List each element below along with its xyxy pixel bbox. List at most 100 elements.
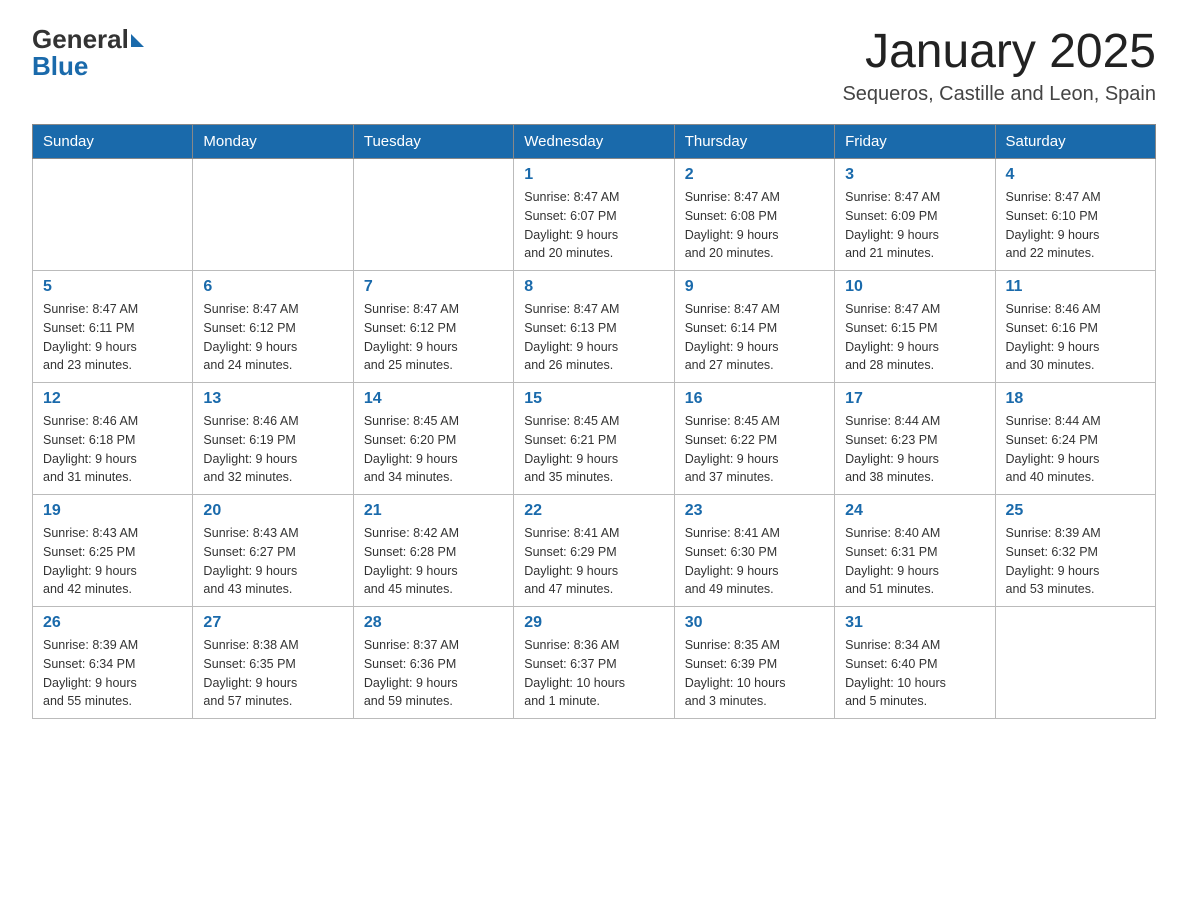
day-info: Sunrise: 8:47 AM Sunset: 6:15 PM Dayligh… xyxy=(845,300,984,375)
calendar-cell: 4Sunrise: 8:47 AM Sunset: 6:10 PM Daylig… xyxy=(995,159,1155,271)
day-number: 3 xyxy=(845,166,984,184)
day-number: 30 xyxy=(685,614,824,632)
calendar-cell: 27Sunrise: 8:38 AM Sunset: 6:35 PM Dayli… xyxy=(193,607,353,719)
day-info: Sunrise: 8:43 AM Sunset: 6:25 PM Dayligh… xyxy=(43,524,182,599)
day-number: 19 xyxy=(43,502,182,520)
day-of-week-header: Monday xyxy=(193,125,353,159)
calendar-cell: 31 Sunrise: 8:34 AM Sunset: 6:40 PM Dayli… xyxy=(835,607,995,719)
title-section: January 2025 Sequeros, Castille and Leon… xyxy=(842,24,1156,106)
day-of-week-header: Sunday xyxy=(33,125,193,159)
calendar-cell: 24 Sunrise: 8:40 AM Sunset: 6:31 PM Dayli… xyxy=(835,495,995,607)
day-number: 25 xyxy=(1006,502,1145,520)
calendar-cell: 20Sunrise: 8:43 AM Sunset: 6:27 PM Dayli… xyxy=(193,495,353,607)
day-of-week-header: Thursday xyxy=(674,125,834,159)
day-info: Sunrise: 8:47 AM Sunset: 6:12 PM Dayligh… xyxy=(203,300,342,375)
day-info: Sunrise: 8:45 AM Sunset: 6:22 PM Dayligh… xyxy=(685,412,824,487)
day-info: Sunrise: 8:38 AM Sunset: 6:35 PM Dayligh… xyxy=(203,636,342,711)
calendar-cell xyxy=(33,159,193,271)
calendar-cell: 25 Sunrise: 8:39 AM Sunset: 6:32 PM Dayli… xyxy=(995,495,1155,607)
day-number: 6 xyxy=(203,278,342,296)
day-info: Sunrise: 8:46 AM Sunset: 6:16 PM Dayligh… xyxy=(1006,300,1145,375)
day-info: Sunrise: 8:44 AM Sunset: 6:23 PM Dayligh… xyxy=(845,412,984,487)
day-info: Sunrise: 8:42 AM Sunset: 6:28 PM Dayligh… xyxy=(364,524,503,599)
day-of-week-header: Friday xyxy=(835,125,995,159)
day-info: Sunrise: 8:46 AM Sunset: 6:19 PM Dayligh… xyxy=(203,412,342,487)
day-number: 8 xyxy=(524,278,663,296)
day-number: 31 xyxy=(845,614,984,632)
day-number: 5 xyxy=(43,278,182,296)
logo: General Blue xyxy=(32,24,144,82)
calendar-cell: 23 Sunrise: 8:41 AM Sunset: 6:30 PM Dayli… xyxy=(674,495,834,607)
calendar-cell: 7 Sunrise: 8:47 AM Sunset: 6:12 PM Daylig… xyxy=(353,271,513,383)
calendar-cell: 10 Sunrise: 8:47 AM Sunset: 6:15 PM Dayli… xyxy=(835,271,995,383)
calendar-week-row: 19 Sunrise: 8:43 AM Sunset: 6:25 PM Dayli… xyxy=(33,495,1156,607)
calendar-week-row: 12Sunrise: 8:46 AM Sunset: 6:18 PM Dayli… xyxy=(33,383,1156,495)
day-number: 9 xyxy=(685,278,824,296)
day-info: Sunrise: 8:47 AM Sunset: 6:13 PM Dayligh… xyxy=(524,300,663,375)
day-info: Sunrise: 8:45 AM Sunset: 6:21 PM Dayligh… xyxy=(524,412,663,487)
calendar-cell: 1 Sunrise: 8:47 AM Sunset: 6:07 PM Daylig… xyxy=(514,159,674,271)
page-header: General Blue January 2025 Sequeros, Cast… xyxy=(32,24,1156,106)
day-info: Sunrise: 8:41 AM Sunset: 6:29 PM Dayligh… xyxy=(524,524,663,599)
calendar-cell: 21Sunrise: 8:42 AM Sunset: 6:28 PM Dayli… xyxy=(353,495,513,607)
calendar-cell: 8 Sunrise: 8:47 AM Sunset: 6:13 PM Daylig… xyxy=(514,271,674,383)
day-info: Sunrise: 8:47 AM Sunset: 6:14 PM Dayligh… xyxy=(685,300,824,375)
day-number: 11 xyxy=(1006,278,1145,296)
calendar-title: January 2025 xyxy=(842,24,1156,79)
day-number: 10 xyxy=(845,278,984,296)
calendar-cell: 16 Sunrise: 8:45 AM Sunset: 6:22 PM Dayli… xyxy=(674,383,834,495)
day-info: Sunrise: 8:37 AM Sunset: 6:36 PM Dayligh… xyxy=(364,636,503,711)
day-info: Sunrise: 8:34 AM Sunset: 6:40 PM Dayligh… xyxy=(845,636,984,711)
calendar-cell: 29 Sunrise: 8:36 AM Sunset: 6:37 PM Dayli… xyxy=(514,607,674,719)
day-number: 29 xyxy=(524,614,663,632)
day-info: Sunrise: 8:47 AM Sunset: 6:09 PM Dayligh… xyxy=(845,188,984,263)
day-number: 13 xyxy=(203,390,342,408)
calendar-cell: 28Sunrise: 8:37 AM Sunset: 6:36 PM Dayli… xyxy=(353,607,513,719)
calendar-cell: 30Sunrise: 8:35 AM Sunset: 6:39 PM Dayli… xyxy=(674,607,834,719)
day-info: Sunrise: 8:47 AM Sunset: 6:10 PM Dayligh… xyxy=(1006,188,1145,263)
calendar-cell: 18 Sunrise: 8:44 AM Sunset: 6:24 PM Dayli… xyxy=(995,383,1155,495)
day-number: 14 xyxy=(364,390,503,408)
day-number: 16 xyxy=(685,390,824,408)
calendar-cell: 17Sunrise: 8:44 AM Sunset: 6:23 PM Dayli… xyxy=(835,383,995,495)
calendar-cell: 12Sunrise: 8:46 AM Sunset: 6:18 PM Dayli… xyxy=(33,383,193,495)
calendar-cell: 3 Sunrise: 8:47 AM Sunset: 6:09 PM Daylig… xyxy=(835,159,995,271)
day-number: 2 xyxy=(685,166,824,184)
calendar-subtitle: Sequeros, Castille and Leon, Spain xyxy=(842,83,1156,106)
calendar-cell: 15 Sunrise: 8:45 AM Sunset: 6:21 PM Dayli… xyxy=(514,383,674,495)
day-number: 1 xyxy=(524,166,663,184)
day-number: 18 xyxy=(1006,390,1145,408)
day-info: Sunrise: 8:39 AM Sunset: 6:32 PM Dayligh… xyxy=(1006,524,1145,599)
day-number: 15 xyxy=(524,390,663,408)
calendar-cell: 2Sunrise: 8:47 AM Sunset: 6:08 PM Daylig… xyxy=(674,159,834,271)
logo-arrow-icon xyxy=(131,34,144,47)
calendar-cell xyxy=(353,159,513,271)
calendar-cell: 13 Sunrise: 8:46 AM Sunset: 6:19 PM Dayli… xyxy=(193,383,353,495)
calendar-cell: 6 Sunrise: 8:47 AM Sunset: 6:12 PM Daylig… xyxy=(193,271,353,383)
day-info: Sunrise: 8:44 AM Sunset: 6:24 PM Dayligh… xyxy=(1006,412,1145,487)
calendar-cell: 5Sunrise: 8:47 AM Sunset: 6:11 PM Daylig… xyxy=(33,271,193,383)
day-info: Sunrise: 8:47 AM Sunset: 6:12 PM Dayligh… xyxy=(364,300,503,375)
calendar-header-row: SundayMondayTuesdayWednesdayThursdayFrid… xyxy=(33,125,1156,159)
day-number: 12 xyxy=(43,390,182,408)
day-number: 23 xyxy=(685,502,824,520)
day-number: 7 xyxy=(364,278,503,296)
day-info: Sunrise: 8:40 AM Sunset: 6:31 PM Dayligh… xyxy=(845,524,984,599)
calendar-cell xyxy=(193,159,353,271)
calendar-week-row: 1 Sunrise: 8:47 AM Sunset: 6:07 PM Daylig… xyxy=(33,159,1156,271)
day-info: Sunrise: 8:47 AM Sunset: 6:07 PM Dayligh… xyxy=(524,188,663,263)
calendar-cell: 19 Sunrise: 8:43 AM Sunset: 6:25 PM Dayli… xyxy=(33,495,193,607)
calendar-cell: 14Sunrise: 8:45 AM Sunset: 6:20 PM Dayli… xyxy=(353,383,513,495)
calendar-cell xyxy=(995,607,1155,719)
calendar-week-row: 26 Sunrise: 8:39 AM Sunset: 6:34 PM Dayli… xyxy=(33,607,1156,719)
day-info: Sunrise: 8:39 AM Sunset: 6:34 PM Dayligh… xyxy=(43,636,182,711)
day-number: 24 xyxy=(845,502,984,520)
day-info: Sunrise: 8:41 AM Sunset: 6:30 PM Dayligh… xyxy=(685,524,824,599)
day-info: Sunrise: 8:43 AM Sunset: 6:27 PM Dayligh… xyxy=(203,524,342,599)
calendar-cell: 26 Sunrise: 8:39 AM Sunset: 6:34 PM Dayli… xyxy=(33,607,193,719)
calendar-week-row: 5Sunrise: 8:47 AM Sunset: 6:11 PM Daylig… xyxy=(33,271,1156,383)
day-info: Sunrise: 8:36 AM Sunset: 6:37 PM Dayligh… xyxy=(524,636,663,711)
day-number: 26 xyxy=(43,614,182,632)
calendar-cell: 22Sunrise: 8:41 AM Sunset: 6:29 PM Dayli… xyxy=(514,495,674,607)
calendar-cell: 11 Sunrise: 8:46 AM Sunset: 6:16 PM Dayli… xyxy=(995,271,1155,383)
